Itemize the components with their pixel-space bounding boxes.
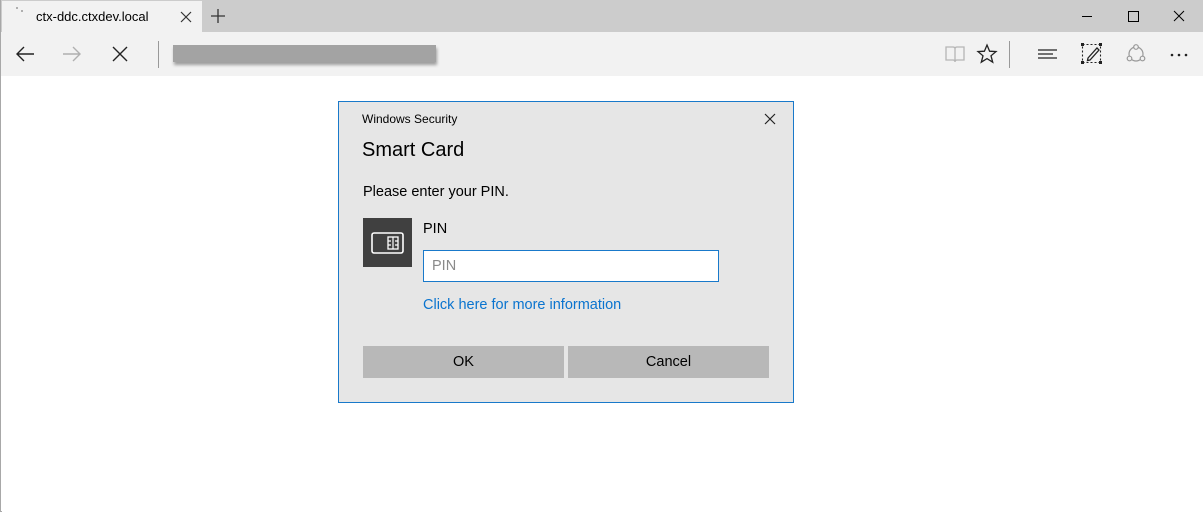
hub-icon[interactable] bbox=[1036, 42, 1060, 66]
share-icon[interactable] bbox=[1124, 42, 1148, 66]
back-arrow-icon[interactable] bbox=[13, 42, 37, 66]
favorite-star-icon[interactable] bbox=[975, 42, 999, 66]
pin-label: PIN bbox=[423, 221, 448, 237]
more-icon[interactable] bbox=[1167, 42, 1191, 66]
dialog-title: Smart Card bbox=[362, 139, 465, 161]
forward-arrow-icon[interactable] bbox=[60, 42, 84, 66]
tab-close-icon[interactable] bbox=[178, 9, 194, 25]
dialog-close-icon[interactable] bbox=[761, 110, 779, 128]
loading-icon bbox=[16, 7, 28, 17]
more-information-link[interactable]: Click here for more information bbox=[423, 297, 621, 313]
maximize-icon[interactable] bbox=[1110, 0, 1156, 32]
tab-title: ctx-ddc.ctxdev.local bbox=[36, 9, 149, 24]
ok-button[interactable]: OK bbox=[363, 346, 564, 378]
pin-input[interactable] bbox=[423, 250, 719, 282]
minimize-icon[interactable] bbox=[1064, 0, 1110, 32]
toolbar-divider bbox=[1009, 41, 1010, 68]
dialog-message: Please enter your PIN. bbox=[363, 184, 509, 200]
smart-card-icon bbox=[363, 218, 412, 267]
tab-bar: ctx-ddc.ctxdev.local bbox=[1, 0, 1203, 32]
toolbar-divider bbox=[158, 41, 159, 68]
navigation-bar bbox=[1, 32, 1203, 76]
new-tab-plus-icon[interactable] bbox=[208, 6, 228, 26]
window-close-icon[interactable] bbox=[1156, 0, 1202, 32]
web-note-icon[interactable] bbox=[1080, 42, 1104, 66]
cancel-button[interactable]: Cancel bbox=[568, 346, 769, 378]
stop-loading-icon[interactable] bbox=[108, 42, 132, 66]
smart-card-dialog: Windows Security Smart Card Please enter… bbox=[338, 101, 794, 403]
reading-view-icon[interactable] bbox=[943, 42, 967, 66]
dialog-caption: Windows Security bbox=[362, 112, 458, 126]
browser-tab[interactable]: ctx-ddc.ctxdev.local bbox=[2, 1, 202, 32]
address-bar[interactable] bbox=[173, 45, 436, 62]
